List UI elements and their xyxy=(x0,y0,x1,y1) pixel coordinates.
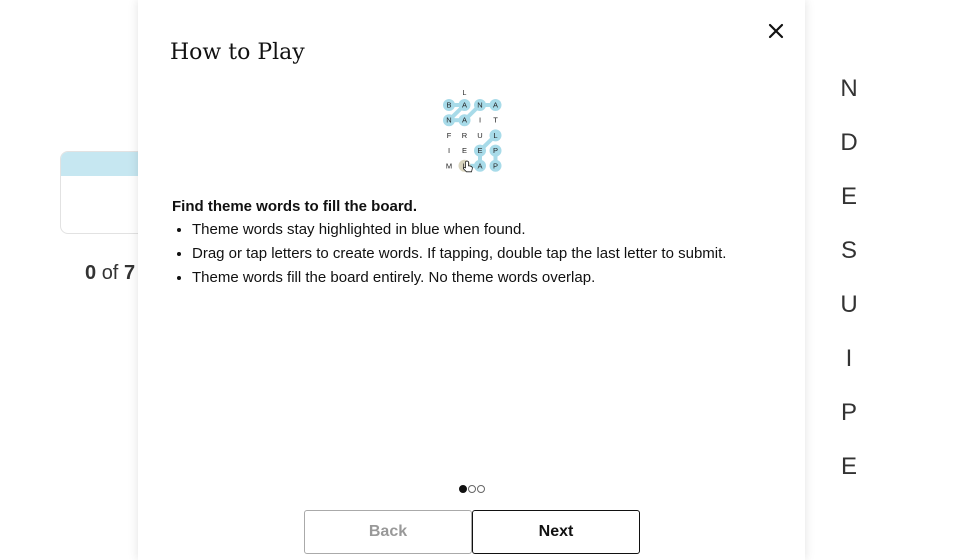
close-button[interactable] xyxy=(765,20,787,42)
board-letter: E xyxy=(840,453,857,480)
total-count: 7 xyxy=(123,262,136,284)
board-letter: L xyxy=(493,131,497,140)
board-letter: A xyxy=(493,101,498,110)
board-letter: N xyxy=(477,101,482,110)
instructions-list: Theme words stay highlighted in blue whe… xyxy=(172,221,772,286)
board-letter: N xyxy=(446,116,451,125)
board-letter: D xyxy=(840,129,858,156)
board-letter: U xyxy=(477,131,482,140)
theme-words-progress: 0 of 7 xyxy=(85,262,135,285)
example-board-illustration: LB A N AN A I TF R U LI E E PM L A P xyxy=(443,90,502,173)
instruction-item: Theme words stay highlighted in blue whe… xyxy=(192,221,772,238)
back-button[interactable]: Back xyxy=(304,510,472,554)
instructions: Find theme words to fill the board. Them… xyxy=(172,198,772,293)
instruction-item: Drag or tap letters to create words. If … xyxy=(192,245,772,262)
progress-of: of xyxy=(101,262,119,284)
next-button[interactable]: Next xyxy=(472,510,640,554)
background-letter-column: N D E S U I P E xyxy=(836,74,862,506)
board-letter: F xyxy=(447,131,452,140)
board-letter: E xyxy=(840,183,857,210)
board-letter: B xyxy=(446,101,451,110)
board-letter: A xyxy=(462,101,467,110)
page-dot xyxy=(468,485,476,493)
instruction-item: Theme words fill the board entirely. No … xyxy=(192,269,772,286)
board-letter: A xyxy=(462,116,467,125)
board-letter: R xyxy=(462,131,468,140)
board-letter: T xyxy=(493,116,498,125)
page-dot xyxy=(477,485,485,493)
board-letter: M xyxy=(446,161,452,170)
board-letter: S xyxy=(840,237,857,264)
page-indicator xyxy=(459,485,485,493)
board-letter: U xyxy=(840,291,858,318)
board-letter: N xyxy=(840,75,858,102)
modal-title: How to Play xyxy=(170,40,305,65)
page-dot-active xyxy=(459,485,467,493)
board-letter: E xyxy=(462,146,467,155)
instructions-lead: Find theme words to fill the board. xyxy=(172,198,418,215)
board-letter: P xyxy=(493,146,498,155)
close-icon xyxy=(768,23,784,39)
how-to-play-modal: How to Play LBANANAITFRULIEEPMLAP Find t… xyxy=(138,0,805,560)
board-letter: L xyxy=(463,90,467,97)
board-letter: A xyxy=(477,161,482,170)
board-letter: E xyxy=(477,146,482,155)
board-letter: I xyxy=(845,345,853,372)
board-letter: P xyxy=(493,161,498,170)
found-count: 0 xyxy=(85,262,97,284)
board-letter: P xyxy=(840,399,857,426)
board-letter: I xyxy=(479,116,481,125)
board-letter: I xyxy=(448,146,450,155)
